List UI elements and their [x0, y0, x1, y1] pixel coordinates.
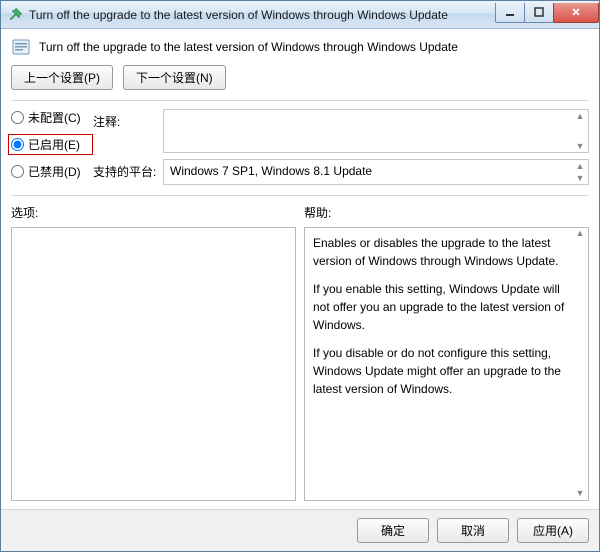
comment-label: 注释: [93, 109, 163, 153]
radio-disabled-label: 已禁用(D) [28, 163, 81, 180]
radio-enabled-label: 已启用(E) [28, 136, 80, 153]
comment-field: 注释: ▲ ▼ [93, 109, 589, 153]
footer: 确定 取消 应用(A) [1, 509, 599, 551]
divider [11, 195, 589, 196]
dialog-window: Turn off the upgrade to the latest versi… [0, 0, 600, 552]
scroll-down-icon[interactable]: ▼ [572, 172, 588, 184]
policy-header: Turn off the upgrade to the latest versi… [11, 37, 589, 57]
prev-setting-button[interactable]: 上一个设置(P) [11, 65, 113, 90]
radio-not-configured-label: 未配置(C) [28, 109, 81, 126]
help-scroll: ▲ ▼ [572, 228, 588, 500]
options-panel [11, 227, 296, 501]
apply-button[interactable]: 应用(A) [517, 518, 589, 543]
cancel-button[interactable]: 取消 [437, 518, 509, 543]
radio-disabled-input[interactable] [11, 165, 24, 178]
maximize-button[interactable] [524, 3, 554, 23]
nav-buttons: 上一个设置(P) 下一个设置(N) [11, 65, 589, 90]
comment-scroll: ▲ ▼ [572, 110, 588, 152]
radio-column: 未配置(C) 已启用(E) 已禁用(D) [11, 109, 93, 191]
divider [11, 100, 589, 101]
close-button[interactable] [553, 3, 599, 23]
help-panel: Enables or disables the upgrade to the l… [304, 227, 589, 501]
minimize-button[interactable] [495, 3, 525, 23]
platforms-label: 支持的平台: [93, 159, 163, 185]
platforms-textbox: Windows 7 SP1, Windows 8.1 Update ▲ ▼ [163, 159, 589, 185]
content-area: Turn off the upgrade to the latest versi… [1, 29, 599, 509]
radio-enabled-input[interactable] [11, 138, 24, 151]
scroll-up-icon[interactable]: ▲ [572, 228, 588, 240]
options-label: 选项: [11, 204, 296, 221]
platforms-scroll: ▲ ▼ [572, 160, 588, 184]
lower-panels: 选项: 帮助: Enables or disables the upgrade … [11, 204, 589, 501]
policy-title: Turn off the upgrade to the latest versi… [39, 40, 458, 54]
config-area: 未配置(C) 已启用(E) 已禁用(D) 注释: ▲ [11, 109, 589, 191]
radio-enabled[interactable]: 已启用(E) [8, 134, 93, 155]
policy-icon [11, 37, 31, 57]
platforms-value: Windows 7 SP1, Windows 8.1 Update [170, 164, 372, 178]
help-para: If you disable or do not configure this … [313, 344, 570, 398]
scroll-down-icon[interactable]: ▼ [572, 488, 588, 500]
next-setting-button[interactable]: 下一个设置(N) [123, 65, 226, 90]
help-para: If you enable this setting, Windows Upda… [313, 280, 570, 334]
options-column: 选项: [11, 204, 296, 501]
radio-not-configured[interactable]: 未配置(C) [11, 109, 93, 126]
scroll-down-icon[interactable]: ▼ [572, 140, 588, 152]
help-label: 帮助: [304, 204, 589, 221]
window-controls [496, 3, 599, 23]
comment-textbox[interactable]: ▲ ▼ [163, 109, 589, 153]
titlebar[interactable]: Turn off the upgrade to the latest versi… [1, 1, 599, 29]
window-title: Turn off the upgrade to the latest versi… [29, 8, 496, 22]
scroll-up-icon[interactable]: ▲ [572, 110, 588, 122]
scroll-up-icon[interactable]: ▲ [572, 160, 588, 172]
help-para: Enables or disables the upgrade to the l… [313, 234, 570, 270]
fields-column: 注释: ▲ ▼ 支持的平台: Windows 7 SP1, Windows 8.… [93, 109, 589, 191]
help-column: 帮助: Enables or disables the upgrade to t… [304, 204, 589, 501]
radio-disabled[interactable]: 已禁用(D) [11, 163, 93, 180]
ok-button[interactable]: 确定 [357, 518, 429, 543]
platforms-field: 支持的平台: Windows 7 SP1, Windows 8.1 Update… [93, 159, 589, 185]
pushpin-icon [7, 7, 23, 23]
radio-not-configured-input[interactable] [11, 111, 24, 124]
